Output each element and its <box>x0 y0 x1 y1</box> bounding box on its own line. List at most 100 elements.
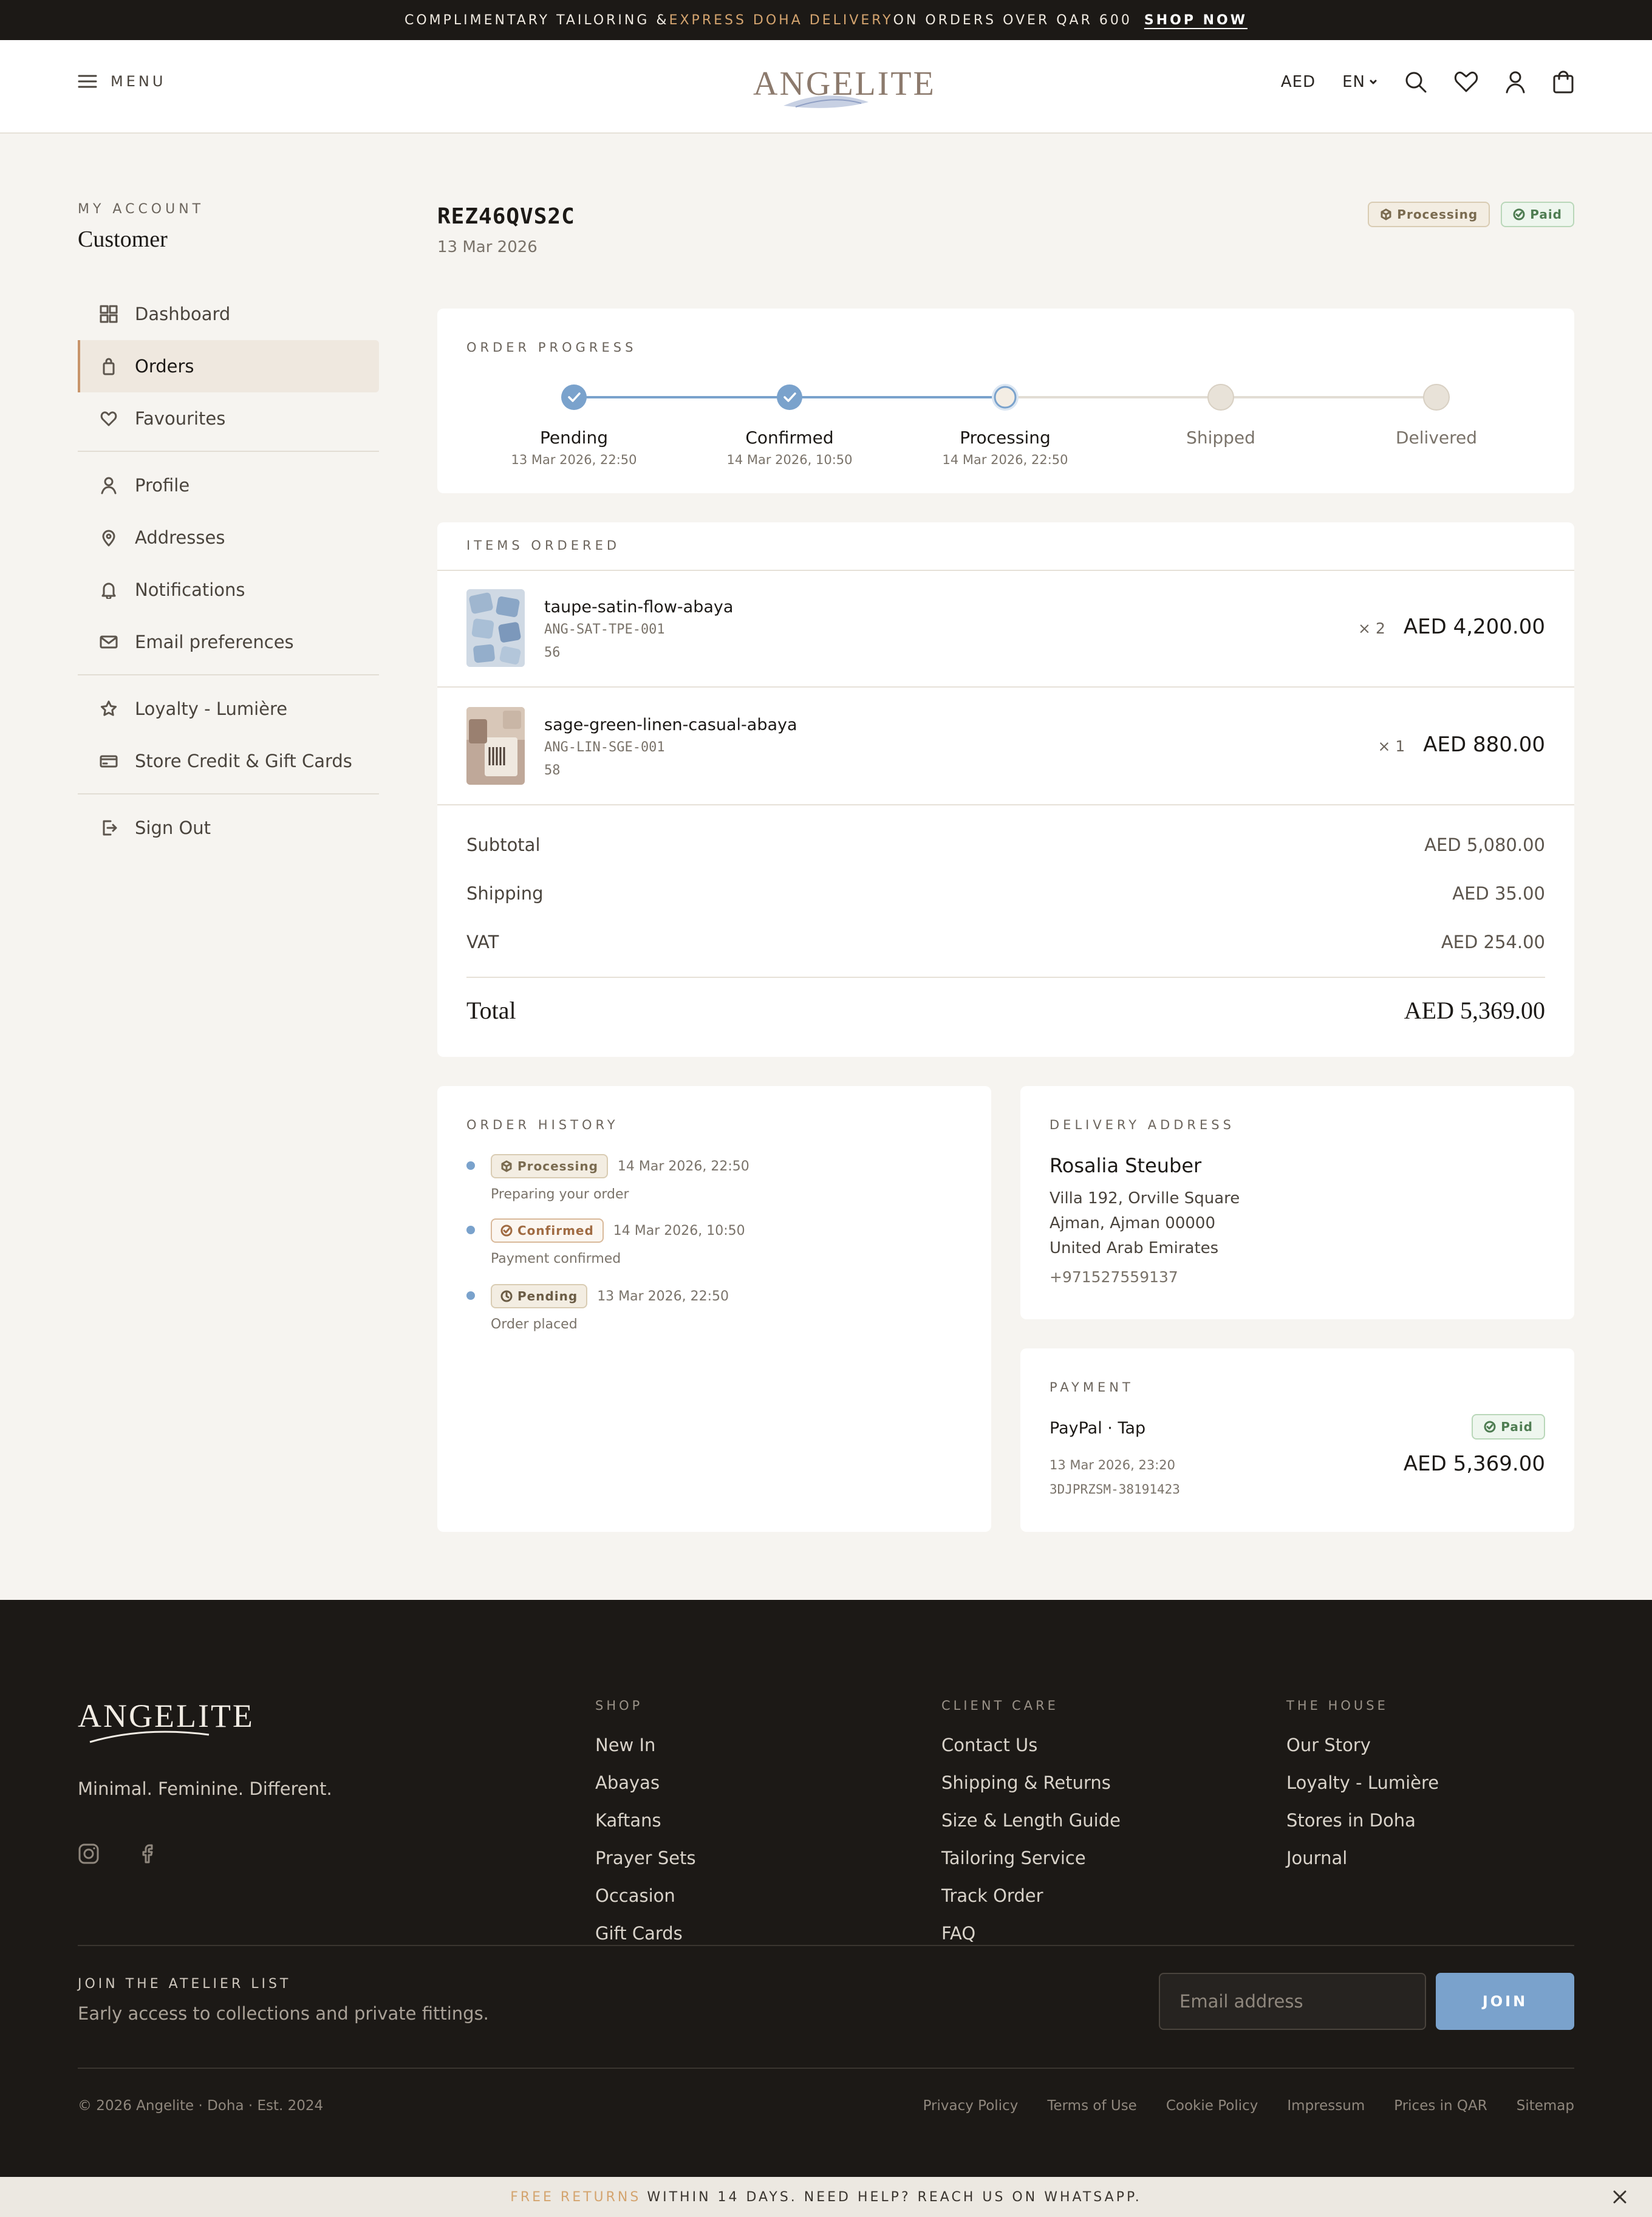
footer-link[interactable]: Journal <box>1286 1848 1439 1885</box>
history-status-badge: Confirmed <box>491 1218 604 1243</box>
footer-link[interactable]: Abayas <box>595 1772 696 1810</box>
legal-link[interactable]: Privacy Policy <box>923 2098 1019 2114</box>
footer-link[interactable]: Occasion <box>595 1885 696 1923</box>
item-size: 58 <box>544 763 561 778</box>
sidebar-item-email-preferences[interactable]: Email preferences <box>78 616 379 668</box>
item-name[interactable]: taupe-satin-flow-abaya <box>544 598 733 617</box>
sidebar-item-label: Sign Out <box>135 818 211 838</box>
footer-link[interactable]: Gift Cards <box>595 1923 696 1961</box>
logo-swash-icon <box>783 95 869 108</box>
currency-selector[interactable]: AED <box>1281 73 1316 91</box>
sidebar-item-label: Addresses <box>135 527 225 548</box>
step-upcoming-circle <box>1207 384 1234 411</box>
phone-number: +971527559137 <box>1050 1268 1178 1286</box>
newsletter-email-input[interactable]: Email address <box>1159 1973 1426 2030</box>
legal-link[interactable]: Impressum <box>1287 2098 1365 2114</box>
footer-column-the-house: THE HOUSE Our Story Loyalty - Lumière St… <box>1286 1698 1439 1885</box>
step-done-circle <box>561 384 587 410</box>
footer-divider <box>78 2068 1574 2069</box>
footer-link[interactable]: New In <box>595 1735 696 1772</box>
sidebar-item-favourites[interactable]: Favourites <box>78 392 379 445</box>
footer-link[interactable]: FAQ <box>941 1923 1121 1961</box>
step-current-circle <box>994 386 1017 409</box>
history-description: Preparing your order <box>491 1187 629 1202</box>
announcement-bar: COMPLIMENTARY TAILORING & EXPRESS DOHA D… <box>0 0 1652 40</box>
timeline-dot <box>466 1291 475 1300</box>
sidebar-item-addresses[interactable]: Addresses <box>78 511 379 564</box>
vat-row: VAT AED 254.00 <box>466 932 1545 952</box>
item-quantity: × 1 <box>1377 737 1405 755</box>
language-selector[interactable]: EN <box>1342 73 1377 91</box>
item-name[interactable]: sage-green-linen-casual-abaya <box>544 716 797 734</box>
divider <box>466 977 1545 978</box>
account-user-icon[interactable] <box>1505 70 1526 94</box>
bottom-notice-accent: FREE RETURNS <box>510 2189 641 2205</box>
sidebar-item-sign-out[interactable]: Sign Out <box>78 802 379 854</box>
footer-link[interactable]: Size & Length Guide <box>941 1810 1121 1848</box>
order-status-badge: Processing <box>1368 202 1490 227</box>
legal-link[interactable]: Sitemap <box>1517 2098 1574 2114</box>
announcement-accent: EXPRESS DOHA DELIVERY <box>669 12 893 28</box>
footer-link[interactable]: Loyalty - Lumière <box>1286 1772 1439 1810</box>
order-item-row[interactable]: sage-green-linen-casual-abaya ANG-LIN-SG… <box>437 689 1574 805</box>
step-name: Pending <box>540 428 608 448</box>
check-circle-icon <box>1484 1421 1496 1433</box>
address-line: Ajman, Ajman 00000 <box>1050 1214 1215 1232</box>
sidebar-item-label: Loyalty - Lumière <box>135 699 288 719</box>
subtotal-value: AED 5,080.00 <box>1424 835 1545 855</box>
footer-link[interactable]: Contact Us <box>941 1735 1121 1772</box>
search-icon[interactable] <box>1404 70 1427 94</box>
site-footer: ANGELITE Minimal. Feminine. Different. S… <box>0 1600 1652 2177</box>
footer-logo[interactable]: ANGELITE <box>78 1697 253 1752</box>
footer-link[interactable]: Tailoring Service <box>941 1848 1121 1885</box>
sidebar-item-profile[interactable]: Profile <box>78 459 379 511</box>
grid-icon <box>100 305 118 323</box>
instagram-icon[interactable] <box>78 1843 100 1865</box>
sidebar-item-loyalty[interactable]: Loyalty - Lumière <box>78 683 379 735</box>
facebook-icon[interactable] <box>138 1843 160 1865</box>
wishlist-heart-icon[interactable] <box>1454 71 1478 93</box>
step-name: Processing <box>960 428 1051 448</box>
sidebar-item-notifications[interactable]: Notifications <box>78 564 379 616</box>
footer-link[interactable]: Track Order <box>941 1885 1121 1923</box>
item-thumbnail <box>466 707 525 785</box>
shop-now-link[interactable]: SHOP NOW <box>1144 13 1248 28</box>
bag-icon <box>100 357 118 375</box>
footer-link[interactable]: Shipping & Returns <box>941 1772 1121 1810</box>
sidebar-item-orders[interactable]: Orders <box>78 340 379 392</box>
user-icon <box>100 476 118 494</box>
sidebar-item-label: Notifications <box>135 579 245 600</box>
shipping-value: AED 35.00 <box>1452 883 1545 904</box>
footer-link[interactable]: Stores in Doha <box>1286 1810 1439 1848</box>
footer-link[interactable]: Prayer Sets <box>595 1848 696 1885</box>
brand-logo[interactable]: ANGELITE <box>753 63 934 112</box>
signout-icon <box>100 819 118 837</box>
step-upcoming-circle <box>1423 384 1450 411</box>
order-item-row[interactable]: taupe-satin-flow-abaya ANG-SAT-TPE-001 5… <box>437 571 1574 688</box>
legal-link[interactable]: Terms of Use <box>1047 2098 1137 2114</box>
footer-tagline: Minimal. Feminine. Different. <box>78 1778 332 1799</box>
card-icon <box>100 752 118 770</box>
vat-label: VAT <box>466 932 499 952</box>
sidebar-item-store-credit[interactable]: Store Credit & Gift Cards <box>78 735 379 787</box>
close-icon[interactable] <box>1612 2189 1628 2205</box>
legal-link[interactable]: Prices in QAR <box>1394 2098 1487 2114</box>
footer-column-client-care: CLIENT CARE Contact Us Shipping & Return… <box>941 1698 1121 1961</box>
clock-icon <box>500 1290 513 1302</box>
sidebar-item-dashboard[interactable]: Dashboard <box>78 288 379 340</box>
menu-button[interactable]: MENU <box>78 73 166 90</box>
join-button[interactable]: JOIN <box>1436 1973 1574 2030</box>
box-icon <box>500 1160 513 1172</box>
footer-link[interactable]: Our Story <box>1286 1735 1439 1772</box>
logo-swash-icon <box>89 1730 210 1743</box>
progress-step-processing: Processing 14 Mar 2026, 22:50 <box>902 428 1108 467</box>
legal-link[interactable]: Cookie Policy <box>1166 2098 1258 2114</box>
item-sku: ANG-LIN-SGE-001 <box>544 740 665 755</box>
bottom-notice-bar: FREE RETURNS WITHIN 14 DAYS. NEED HELP? … <box>0 2177 1652 2217</box>
cart-icon[interactable] <box>1552 70 1574 94</box>
history-description: Payment confirmed <box>491 1251 621 1266</box>
newsletter-subtitle: Early access to collections and private … <box>78 2003 489 2024</box>
footer-link[interactable]: Kaftans <box>595 1810 696 1848</box>
timeline-dot <box>466 1226 475 1234</box>
newsletter-label: JOIN THE ATELIER LIST <box>78 1976 292 1992</box>
